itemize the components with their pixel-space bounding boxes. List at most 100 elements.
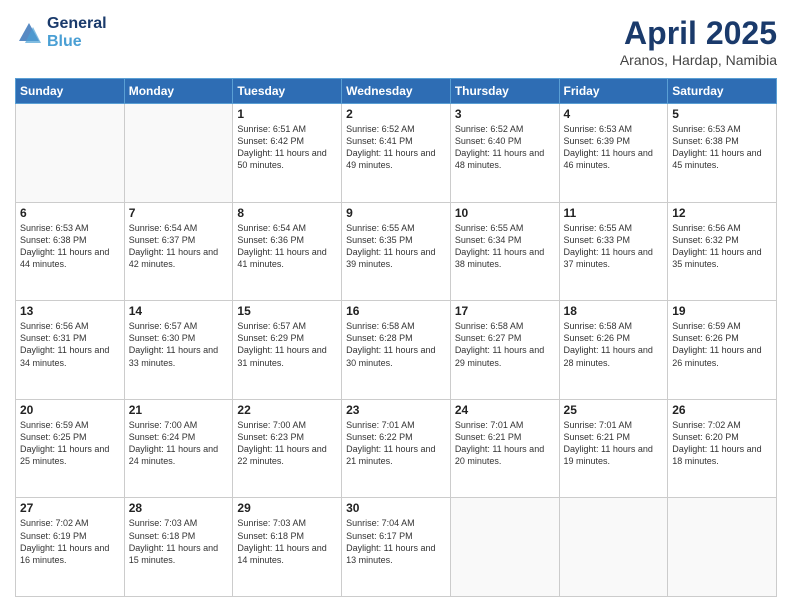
calendar-cell: 24 Sunrise: 7:01 AM Sunset: 6:21 PM Dayli… — [450, 399, 559, 498]
subtitle: Aranos, Hardap, Namibia — [620, 52, 777, 68]
cell-details: Sunrise: 6:56 AM Sunset: 6:32 PM Dayligh… — [672, 222, 772, 271]
day-number: 20 — [20, 403, 120, 417]
calendar-cell: 30 Sunrise: 7:04 AM Sunset: 6:17 PM Dayli… — [342, 498, 451, 597]
cell-details: Sunrise: 7:00 AM Sunset: 6:23 PM Dayligh… — [237, 419, 337, 468]
day-number: 25 — [564, 403, 664, 417]
calendar-week-row: 13Sunrise: 6:56 AM Sunset: 6:31 PM Dayli… — [16, 301, 777, 400]
calendar-cell: 4 Sunrise: 6:53 AM Sunset: 6:39 PM Daylig… — [559, 104, 668, 203]
day-number: 2 — [346, 107, 446, 121]
calendar-cell: 20 Sunrise: 6:59 AM Sunset: 6:25 PM Dayli… — [16, 399, 125, 498]
cell-details: Sunrise: 7:03 AM Sunset: 6:18 PM Dayligh… — [237, 517, 337, 566]
calendar-cell: 15Sunrise: 6:57 AM Sunset: 6:29 PM Dayli… — [233, 301, 342, 400]
day-header-sunday: Sunday — [16, 79, 125, 104]
cell-details: Sunrise: 6:56 AM Sunset: 6:31 PM Dayligh… — [20, 320, 120, 369]
title-area: April 2025 Aranos, Hardap, Namibia — [620, 15, 777, 68]
calendar-cell: 28Sunrise: 7:03 AM Sunset: 6:18 PM Dayli… — [124, 498, 233, 597]
calendar-cell: 6 Sunrise: 6:53 AM Sunset: 6:38 PM Daylig… — [16, 202, 125, 301]
day-number: 21 — [129, 403, 229, 417]
cell-details: Sunrise: 6:51 AM Sunset: 6:42 PM Dayligh… — [237, 123, 337, 172]
day-header-tuesday: Tuesday — [233, 79, 342, 104]
calendar-table: SundayMondayTuesdayWednesdayThursdayFrid… — [15, 78, 777, 597]
day-number: 26 — [672, 403, 772, 417]
cell-details: Sunrise: 7:01 AM Sunset: 6:21 PM Dayligh… — [455, 419, 555, 468]
cell-details: Sunrise: 6:52 AM Sunset: 6:41 PM Dayligh… — [346, 123, 446, 172]
calendar-cell: 25Sunrise: 7:01 AM Sunset: 6:21 PM Dayli… — [559, 399, 668, 498]
day-number: 23 — [346, 403, 446, 417]
calendar-cell: 7 Sunrise: 6:54 AM Sunset: 6:37 PM Daylig… — [124, 202, 233, 301]
cell-details: Sunrise: 6:54 AM Sunset: 6:36 PM Dayligh… — [237, 222, 337, 271]
calendar-cell: 9 Sunrise: 6:55 AM Sunset: 6:35 PM Daylig… — [342, 202, 451, 301]
calendar-cell — [668, 498, 777, 597]
day-number: 12 — [672, 206, 772, 220]
day-number: 30 — [346, 501, 446, 515]
day-number: 9 — [346, 206, 446, 220]
cell-details: Sunrise: 6:53 AM Sunset: 6:38 PM Dayligh… — [20, 222, 120, 271]
calendar-cell: 17 Sunrise: 6:58 AM Sunset: 6:27 PM Dayli… — [450, 301, 559, 400]
calendar-week-row: 1 Sunrise: 6:51 AM Sunset: 6:42 PM Daylig… — [16, 104, 777, 203]
day-number: 19 — [672, 304, 772, 318]
day-number: 8 — [237, 206, 337, 220]
day-header-monday: Monday — [124, 79, 233, 104]
calendar-cell: 5 Sunrise: 6:53 AM Sunset: 6:38 PM Daylig… — [668, 104, 777, 203]
calendar-cell: 8 Sunrise: 6:54 AM Sunset: 6:36 PM Daylig… — [233, 202, 342, 301]
calendar-cell: 19 Sunrise: 6:59 AM Sunset: 6:26 PM Dayli… — [668, 301, 777, 400]
calendar-cell: 12 Sunrise: 6:56 AM Sunset: 6:32 PM Dayli… — [668, 202, 777, 301]
day-number: 6 — [20, 206, 120, 220]
day-number: 11 — [564, 206, 664, 220]
day-number: 3 — [455, 107, 555, 121]
cell-details: Sunrise: 6:58 AM Sunset: 6:27 PM Dayligh… — [455, 320, 555, 369]
logo: General Blue — [15, 15, 107, 50]
calendar-week-row: 6 Sunrise: 6:53 AM Sunset: 6:38 PM Daylig… — [16, 202, 777, 301]
cell-details: Sunrise: 7:04 AM Sunset: 6:17 PM Dayligh… — [346, 517, 446, 566]
calendar-cell: 16Sunrise: 6:58 AM Sunset: 6:28 PM Dayli… — [342, 301, 451, 400]
cell-details: Sunrise: 7:01 AM Sunset: 6:22 PM Dayligh… — [346, 419, 446, 468]
calendar-cell: 26 Sunrise: 7:02 AM Sunset: 6:20 PM Dayli… — [668, 399, 777, 498]
calendar-week-row: 20 Sunrise: 6:59 AM Sunset: 6:25 PM Dayli… — [16, 399, 777, 498]
calendar-header-row: SundayMondayTuesdayWednesdayThursdayFrid… — [16, 79, 777, 104]
cell-details: Sunrise: 7:02 AM Sunset: 6:20 PM Dayligh… — [672, 419, 772, 468]
calendar-cell: 11 Sunrise: 6:55 AM Sunset: 6:33 PM Dayli… — [559, 202, 668, 301]
cell-details: Sunrise: 6:54 AM Sunset: 6:37 PM Dayligh… — [129, 222, 229, 271]
day-number: 28 — [129, 501, 229, 515]
day-number: 14 — [129, 304, 229, 318]
day-number: 4 — [564, 107, 664, 121]
header: General Blue April 2025 Aranos, Hardap, … — [15, 15, 777, 68]
calendar-cell: 29 Sunrise: 7:03 AM Sunset: 6:18 PM Dayli… — [233, 498, 342, 597]
calendar-cell: 18Sunrise: 6:58 AM Sunset: 6:26 PM Dayli… — [559, 301, 668, 400]
day-number: 29 — [237, 501, 337, 515]
calendar-cell: 21Sunrise: 7:00 AM Sunset: 6:24 PM Dayli… — [124, 399, 233, 498]
day-number: 18 — [564, 304, 664, 318]
calendar-cell: 27 Sunrise: 7:02 AM Sunset: 6:19 PM Dayli… — [16, 498, 125, 597]
calendar-cell: 10Sunrise: 6:55 AM Sunset: 6:34 PM Dayli… — [450, 202, 559, 301]
logo-icon — [15, 19, 43, 47]
cell-details: Sunrise: 6:57 AM Sunset: 6:30 PM Dayligh… — [129, 320, 229, 369]
cell-details: Sunrise: 6:52 AM Sunset: 6:40 PM Dayligh… — [455, 123, 555, 172]
day-header-thursday: Thursday — [450, 79, 559, 104]
calendar-cell — [16, 104, 125, 203]
cell-details: Sunrise: 6:55 AM Sunset: 6:35 PM Dayligh… — [346, 222, 446, 271]
calendar-cell: 3 Sunrise: 6:52 AM Sunset: 6:40 PM Daylig… — [450, 104, 559, 203]
calendar-cell — [450, 498, 559, 597]
day-number: 1 — [237, 107, 337, 121]
day-number: 5 — [672, 107, 772, 121]
day-number: 24 — [455, 403, 555, 417]
calendar-week-row: 27 Sunrise: 7:02 AM Sunset: 6:19 PM Dayli… — [16, 498, 777, 597]
cell-details: Sunrise: 7:02 AM Sunset: 6:19 PM Dayligh… — [20, 517, 120, 566]
cell-details: Sunrise: 6:55 AM Sunset: 6:33 PM Dayligh… — [564, 222, 664, 271]
calendar-cell — [559, 498, 668, 597]
day-number: 17 — [455, 304, 555, 318]
calendar-cell: 13Sunrise: 6:56 AM Sunset: 6:31 PM Dayli… — [16, 301, 125, 400]
cell-details: Sunrise: 6:53 AM Sunset: 6:38 PM Dayligh… — [672, 123, 772, 172]
page: General Blue April 2025 Aranos, Hardap, … — [0, 0, 792, 612]
cell-details: Sunrise: 6:53 AM Sunset: 6:39 PM Dayligh… — [564, 123, 664, 172]
calendar-cell — [124, 104, 233, 203]
day-header-saturday: Saturday — [668, 79, 777, 104]
day-number: 7 — [129, 206, 229, 220]
cell-details: Sunrise: 6:55 AM Sunset: 6:34 PM Dayligh… — [455, 222, 555, 271]
day-number: 16 — [346, 304, 446, 318]
month-title: April 2025 — [620, 15, 777, 52]
cell-details: Sunrise: 6:59 AM Sunset: 6:25 PM Dayligh… — [20, 419, 120, 468]
day-number: 27 — [20, 501, 120, 515]
cell-details: Sunrise: 6:59 AM Sunset: 6:26 PM Dayligh… — [672, 320, 772, 369]
calendar-cell: 23 Sunrise: 7:01 AM Sunset: 6:22 PM Dayli… — [342, 399, 451, 498]
